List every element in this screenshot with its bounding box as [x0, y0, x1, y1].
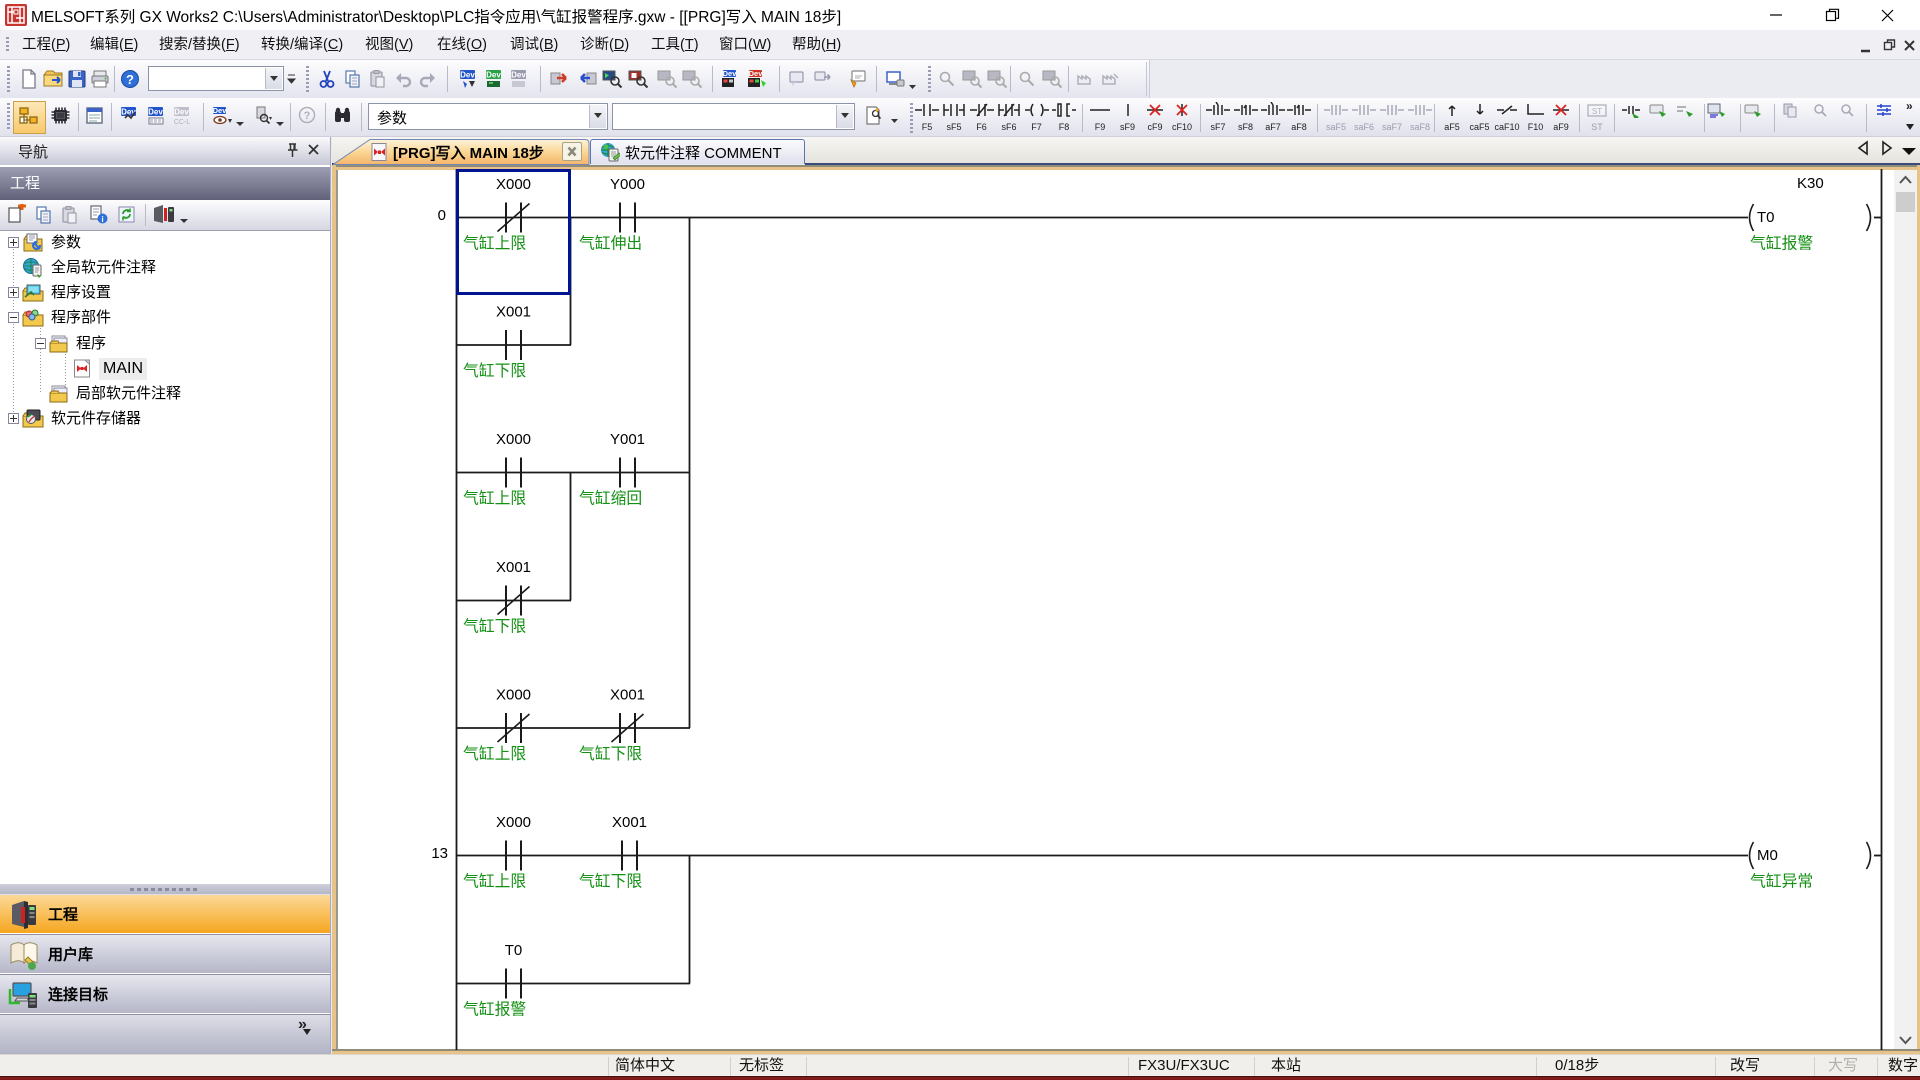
svg-text:气缸下限: 气缸下限	[579, 744, 642, 763]
svg-text:X000: X000	[496, 814, 531, 831]
svg-text:Dev: Dev	[511, 71, 526, 80]
svg-text:Dev: Dev	[148, 108, 163, 117]
svg-text:气缸报警: 气缸报警	[1750, 234, 1813, 253]
svg-text:i: i	[101, 214, 103, 224]
svg-text:T0: T0	[505, 942, 523, 959]
svg-text:气缸报警: 气缸报警	[463, 1000, 526, 1019]
svg-text:气缸伸出: 气缸伸出	[579, 234, 642, 253]
svg-text:M0: M0	[1757, 847, 1778, 864]
svg-text:气缸缩回: 气缸缩回	[579, 489, 642, 508]
svg-text:X001: X001	[496, 304, 531, 321]
svg-text:Dev: Dev	[213, 106, 228, 115]
svg-text:X001: X001	[612, 814, 647, 831]
svg-text:ST: ST	[1592, 107, 1602, 116]
svg-text:Dev: Dev	[486, 71, 501, 80]
svg-text:Dev: Dev	[460, 71, 475, 80]
svg-text:Y000: Y000	[610, 176, 645, 193]
svg-text:气缸下限: 气缸下限	[579, 872, 642, 891]
svg-text:?: ?	[126, 72, 134, 87]
svg-text:气缸异常: 气缸异常	[1750, 872, 1813, 891]
svg-text:X001: X001	[610, 687, 645, 704]
svg-text:Y001: Y001	[610, 431, 645, 448]
svg-text:气缸下限: 气缸下限	[463, 361, 526, 380]
svg-text:T0: T0	[1757, 209, 1775, 226]
svg-text:CC-L: CC-L	[174, 119, 190, 126]
svg-text:X001: X001	[496, 559, 531, 576]
svg-text:Dev: Dev	[723, 69, 738, 78]
svg-text:气缸上限: 气缸上限	[463, 872, 526, 891]
svg-text:气缸上限: 气缸上限	[463, 489, 526, 508]
svg-text:?: ?	[304, 110, 311, 122]
svg-text:Dev: Dev	[749, 69, 764, 78]
svg-text:X000: X000	[496, 431, 531, 448]
svg-text:K30: K30	[1797, 175, 1824, 192]
svg-text:13: 13	[431, 845, 448, 862]
svg-text:Dev: Dev	[174, 108, 189, 117]
svg-text:X000: X000	[496, 687, 531, 704]
svg-text:气缸上限: 气缸上限	[463, 744, 526, 763]
svg-text:气缸下限: 气缸下限	[463, 617, 526, 636]
svg-text:0: 0	[438, 207, 446, 224]
